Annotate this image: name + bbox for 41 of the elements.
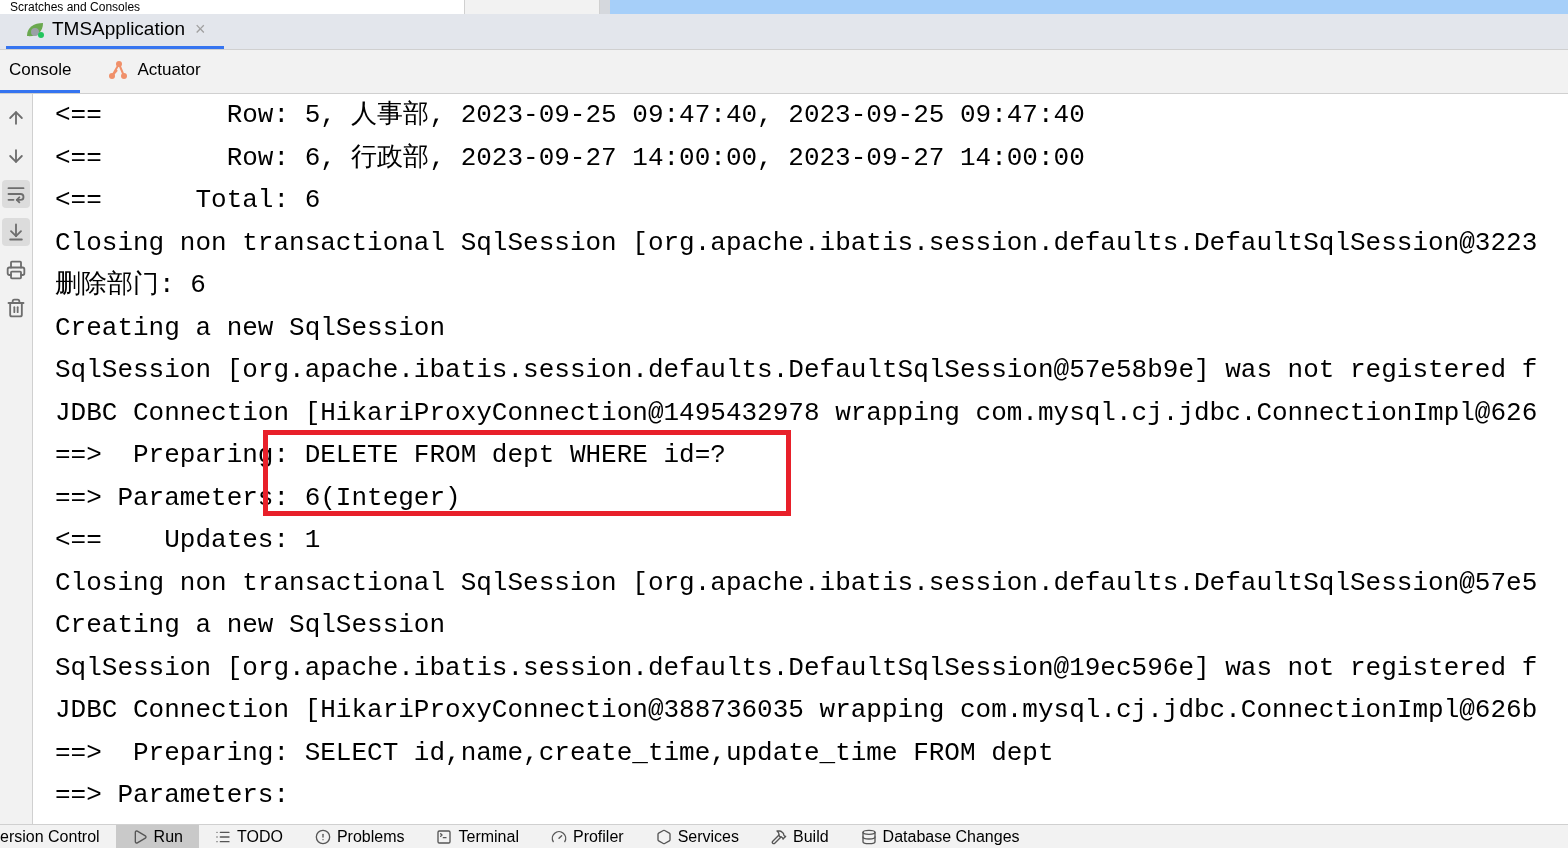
tool-window-button[interactable]: Services bbox=[639, 825, 755, 848]
console-line: <== Total: 6 bbox=[55, 184, 322, 217]
alert-icon bbox=[314, 828, 331, 845]
tool-window-button[interactable]: Problems bbox=[298, 825, 421, 848]
tool-window-button[interactable]: Build bbox=[755, 825, 845, 848]
console-line: JDBC Connection [HikariProxyConnection@1495432978 wrapping com.mysql.cj.jdbc.ConnectionImpl@626 bbox=[55, 396, 1539, 430]
wrap-icon bbox=[6, 184, 26, 204]
console-line: <== Row: 6, 行政部, 2023-09-27 14:00:00, 2023-09-27 14:00:00 bbox=[55, 141, 1086, 175]
tool-window-button[interactable]: Profiler bbox=[534, 825, 640, 848]
console-line: JDBC Connection [HikariProxyConnection@388736035 wrapping com.mysql.cj.jdbc.ConnectionImpl@626b bbox=[55, 694, 1539, 727]
tool-window-button[interactable]: Database Changes bbox=[844, 825, 1036, 848]
trash-icon bbox=[6, 298, 26, 318]
tool-window-button[interactable]: Terminal bbox=[420, 825, 535, 848]
console-line: ==> Preparing: SELECT id,name,create_time,update_time FROM dept bbox=[55, 736, 1055, 770]
scroll-to-end-icon bbox=[6, 222, 26, 242]
nodes-icon bbox=[107, 59, 130, 80]
tool-window-button[interactable]: Run bbox=[115, 825, 199, 848]
console-line: SqlSession [org.apache.ibatis.session.defaults.DefaultSqlSession@57e58b9e] was not registered f bbox=[55, 354, 1539, 387]
console-line: Creating a new SqlSession bbox=[55, 609, 447, 642]
tool-window-button[interactable]: TODO bbox=[198, 825, 299, 848]
console-line: Closing non transactional SqlSession [org.apache.ibatis.session.defaults.DefaultSqlSession@57e5 bbox=[55, 566, 1539, 600]
hexagon-icon bbox=[655, 828, 672, 845]
database-icon bbox=[860, 828, 877, 845]
console-line: SqlSession [org.apache.ibatis.session.defaults.DefaultSqlSession@19ec596e] was not registered f bbox=[55, 651, 1539, 685]
printer-icon bbox=[6, 260, 26, 280]
tool-window-button[interactable]: ersion Control bbox=[0, 825, 116, 848]
console-line: Closing non transactional SqlSession [org.apache.ibatis.session.defaults.DefaultSqlSession@3223 bbox=[55, 226, 1539, 260]
hammer-icon bbox=[771, 828, 787, 845]
console-line: ==> Parameters: bbox=[55, 779, 291, 812]
panel-title: Scratches and Consoles bbox=[10, 0, 141, 14]
console-tab[interactable]: Actuator bbox=[98, 49, 210, 93]
console-line: <== Row: 5, 人事部, 2023-09-25 09:47:40, 2023-09-25 09:47:40 bbox=[55, 99, 1086, 132]
console-line: 删除部门: 6 bbox=[55, 269, 207, 302]
terminal-icon bbox=[436, 828, 453, 845]
gauge-icon bbox=[550, 828, 567, 845]
arrow-down-icon bbox=[6, 146, 26, 166]
console-line: <== Updates: 1 bbox=[55, 524, 322, 557]
wrap-button[interactable] bbox=[2, 180, 30, 208]
app-icon bbox=[24, 20, 46, 39]
console-line: Creating a new SqlSession bbox=[55, 311, 447, 345]
scroll-to-end-button[interactable] bbox=[2, 218, 30, 246]
